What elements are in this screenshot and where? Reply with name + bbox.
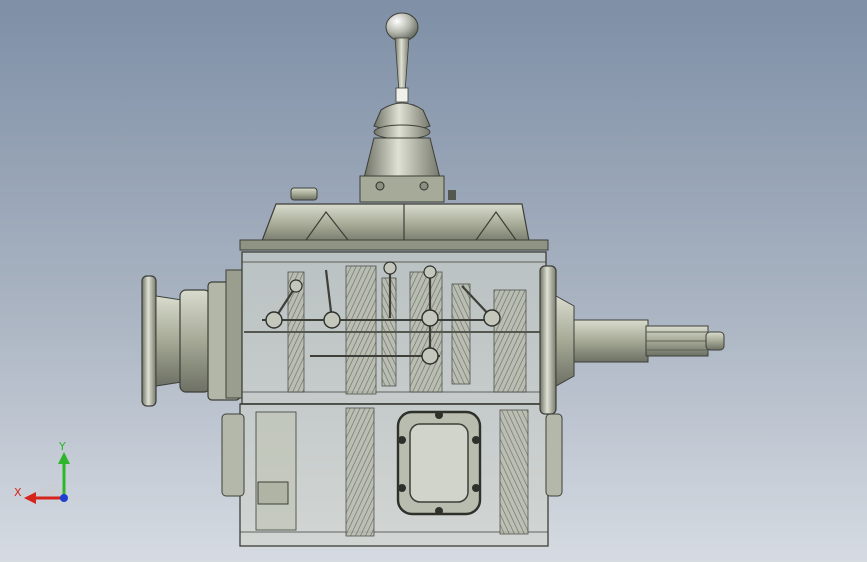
- lever-collar: [395, 87, 409, 103]
- pto-bolt: [435, 411, 443, 419]
- gear: [499, 409, 529, 535]
- pivot: [423, 265, 437, 279]
- flange-plate: [141, 275, 157, 407]
- vent-plug: [448, 190, 456, 200]
- pivot: [265, 311, 283, 329]
- filler-plug: [290, 187, 318, 201]
- shift-knob[interactable]: [385, 12, 419, 42]
- lower-left-boss: [221, 413, 245, 497]
- pivot: [383, 261, 397, 275]
- pivot: [323, 311, 341, 329]
- drain-bracket: [257, 481, 289, 505]
- gear: [493, 289, 527, 393]
- pto-cover[interactable]: [396, 410, 482, 516]
- flange-adapter: [225, 269, 243, 399]
- pivot: [289, 279, 303, 293]
- pto-bolt: [398, 484, 406, 492]
- pivot: [483, 309, 501, 327]
- boot-ring: [373, 124, 431, 140]
- pivot: [421, 309, 439, 327]
- z-axis-dot: [60, 494, 68, 502]
- bearing-housing: [179, 289, 211, 393]
- pto-bolt: [472, 436, 480, 444]
- input-flange[interactable]: [141, 269, 243, 407]
- gear: [451, 283, 471, 385]
- shaft-tip: [705, 331, 725, 351]
- x-axis-label: X: [14, 486, 22, 499]
- pto-bolt: [398, 436, 406, 444]
- rear-bearing-cap: [555, 295, 575, 387]
- y-axis-label: Y: [58, 440, 66, 453]
- tower-bolt-left: [375, 181, 385, 191]
- pto-bolt: [435, 507, 443, 515]
- gear: [345, 407, 375, 537]
- axis-triad: X Y: [14, 440, 70, 504]
- shaft-collar: [573, 319, 649, 363]
- shift-lever[interactable]: [359, 12, 456, 203]
- tower-bolt-right: [419, 181, 429, 191]
- pivot: [421, 347, 439, 365]
- pto-bolt: [472, 484, 480, 492]
- cad-viewport[interactable]: [0, 0, 867, 562]
- gear: [255, 411, 297, 531]
- gear: [345, 265, 377, 395]
- y-axis-arrow: [58, 452, 70, 464]
- shift-tower: [363, 137, 441, 179]
- cover-flange: [239, 239, 549, 251]
- rear-flange: [539, 265, 557, 415]
- pto-inner-plate: [409, 423, 469, 503]
- lower-right-boss: [545, 413, 563, 497]
- output-shaft[interactable]: [539, 265, 725, 415]
- x-axis-arrow: [24, 492, 36, 504]
- flange-hub: [155, 295, 183, 387]
- lever-shaft: [394, 37, 410, 93]
- tower-base: [359, 175, 445, 203]
